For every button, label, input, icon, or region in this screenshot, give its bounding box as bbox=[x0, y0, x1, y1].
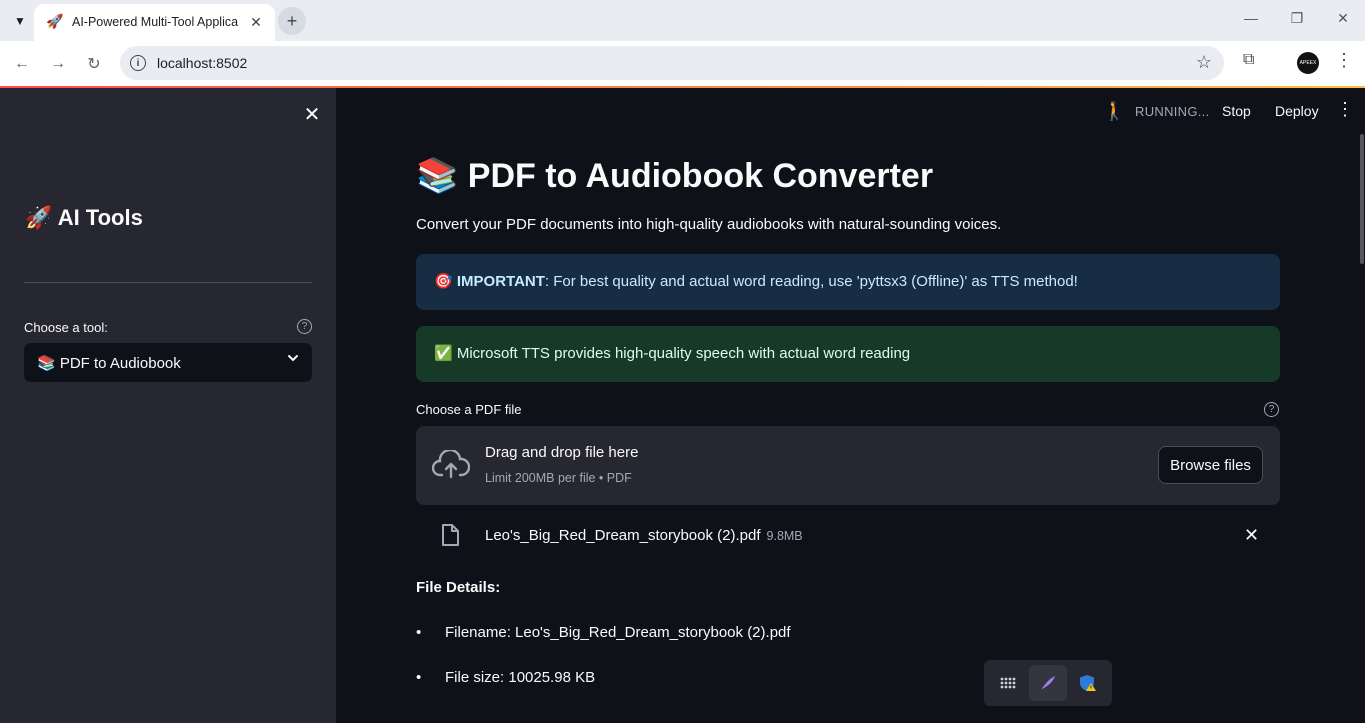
main-menu-icon[interactable]: ⋮ bbox=[1336, 99, 1354, 120]
success-alert-text: Microsoft TTS provides high-quality spee… bbox=[456, 345, 911, 362]
floating-toolbar bbox=[984, 660, 1112, 706]
minimize-icon[interactable]: — bbox=[1241, 10, 1261, 26]
detail-filename: Filename: Leo's_Big_Red_Dream_storybook … bbox=[445, 624, 791, 641]
detail-item: • File size: 10025.98 KB bbox=[416, 669, 596, 686]
extensions-icon[interactable]: ⧉ bbox=[1243, 51, 1254, 69]
shield-warning-icon[interactable] bbox=[1069, 665, 1107, 701]
uploaded-file-name: Leo's_Big_Red_Dream_storybook (2).pdf 9.8… bbox=[485, 527, 803, 544]
file-icon bbox=[440, 523, 460, 552]
scrollbar[interactable] bbox=[1360, 134, 1364, 264]
info-alert: 🎯 IMPORTANT: For best quality and actual… bbox=[416, 254, 1280, 310]
target-icon: 🎯 bbox=[434, 273, 453, 290]
accessibility-running-icon: 🚶 bbox=[1103, 101, 1126, 121]
reload-icon[interactable]: ↻ bbox=[82, 52, 106, 76]
browse-files-button[interactable]: Browse files bbox=[1158, 446, 1263, 484]
cloud-upload-icon bbox=[431, 448, 471, 485]
back-icon[interactable]: ← bbox=[10, 52, 34, 76]
tab-close-icon[interactable]: ✕ bbox=[246, 12, 266, 32]
site-info-icon[interactable]: i bbox=[130, 55, 146, 71]
page-subtitle: Convert your PDF documents into high-qua… bbox=[416, 216, 1002, 233]
address-bar[interactable]: i localhost:8502 ☆ bbox=[120, 46, 1224, 80]
page-title: 📚 PDF to Audiobook Converter bbox=[416, 157, 934, 195]
file-dropzone[interactable]: Drag and drop file here Limit 200MB per … bbox=[416, 426, 1280, 505]
uploaded-file-size: 9.8MB bbox=[766, 529, 803, 543]
tool-select[interactable]: 📚 PDF to Audiobook bbox=[24, 343, 312, 382]
sidebar-title: 🚀 AI Tools bbox=[25, 205, 143, 230]
success-alert: ✅ Microsoft TTS provides high-quality sp… bbox=[416, 326, 1280, 382]
info-alert-text: : For best quality and actual word readi… bbox=[544, 273, 1078, 290]
browser-toolbar: ← → ↻ i localhost:8502 ☆ ⧉ APEEX ⋮ bbox=[0, 41, 1365, 86]
sidebar-close-icon[interactable]: ✕ bbox=[301, 102, 323, 127]
forward-icon[interactable]: → bbox=[46, 52, 70, 76]
new-tab-button[interactable]: + bbox=[278, 7, 306, 35]
browser-menu-icon[interactable]: ⋮ bbox=[1335, 50, 1353, 71]
sidebar-divider bbox=[24, 282, 312, 283]
sidebar: ✕ 🚀 AI Tools Choose a tool: ? 📚 PDF to A… bbox=[0, 88, 336, 723]
detail-filesize: File size: 10025.98 KB bbox=[445, 669, 596, 686]
grid-dots-icon[interactable] bbox=[989, 665, 1027, 701]
check-icon: ✅ bbox=[434, 345, 453, 362]
tab-title: AI-Powered Multi-Tool Applicat bbox=[72, 15, 238, 29]
tab-search-chevron-icon[interactable]: ▼ bbox=[8, 9, 32, 33]
window-close-icon[interactable]: ✕ bbox=[1333, 10, 1353, 27]
dropzone-title: Drag and drop file here bbox=[485, 444, 639, 461]
dropzone-limit: Limit 200MB per file • PDF bbox=[485, 471, 632, 485]
help-icon[interactable]: ? bbox=[1264, 402, 1279, 417]
profile-avatar[interactable]: APEEX bbox=[1297, 52, 1319, 74]
deploy-button[interactable]: Deploy bbox=[1275, 103, 1319, 119]
bookmark-star-icon[interactable]: ☆ bbox=[1196, 52, 1212, 73]
main-content: 🚶 RUNNING... Stop Deploy ⋮ 📚 PDF to Audi… bbox=[336, 88, 1365, 723]
pen-icon[interactable] bbox=[1029, 665, 1067, 701]
file-details-heading: File Details: bbox=[416, 579, 501, 596]
uploader-label: Choose a PDF file bbox=[416, 402, 522, 417]
info-alert-strong: IMPORTANT bbox=[456, 273, 545, 290]
chevron-down-icon bbox=[286, 351, 300, 368]
stop-button[interactable]: Stop bbox=[1222, 103, 1251, 119]
restore-icon[interactable]: ❐ bbox=[1287, 10, 1307, 27]
browser-tab-bar: ▼ 🚀 AI-Powered Multi-Tool Applicat ✕ + —… bbox=[0, 0, 1365, 41]
url-text[interactable]: localhost:8502 bbox=[157, 55, 247, 71]
tool-select-value: 📚 PDF to Audiobook bbox=[37, 355, 181, 372]
help-icon[interactable]: ? bbox=[297, 319, 312, 334]
browser-tab[interactable]: 🚀 AI-Powered Multi-Tool Applicat ✕ bbox=[34, 4, 275, 41]
uploaded-file-row: Leo's_Big_Red_Dream_storybook (2).pdf 9.8… bbox=[416, 518, 1280, 554]
rocket-favicon-icon: 🚀 bbox=[46, 13, 64, 29]
file-name-text: Leo's_Big_Red_Dream_storybook (2).pdf bbox=[485, 527, 761, 544]
running-status: RUNNING... bbox=[1135, 104, 1210, 119]
tool-select-label: Choose a tool: bbox=[24, 320, 108, 335]
remove-file-icon[interactable]: ✕ bbox=[1244, 525, 1259, 546]
detail-item: • Filename: Leo's_Big_Red_Dream_storybook… bbox=[416, 624, 791, 641]
